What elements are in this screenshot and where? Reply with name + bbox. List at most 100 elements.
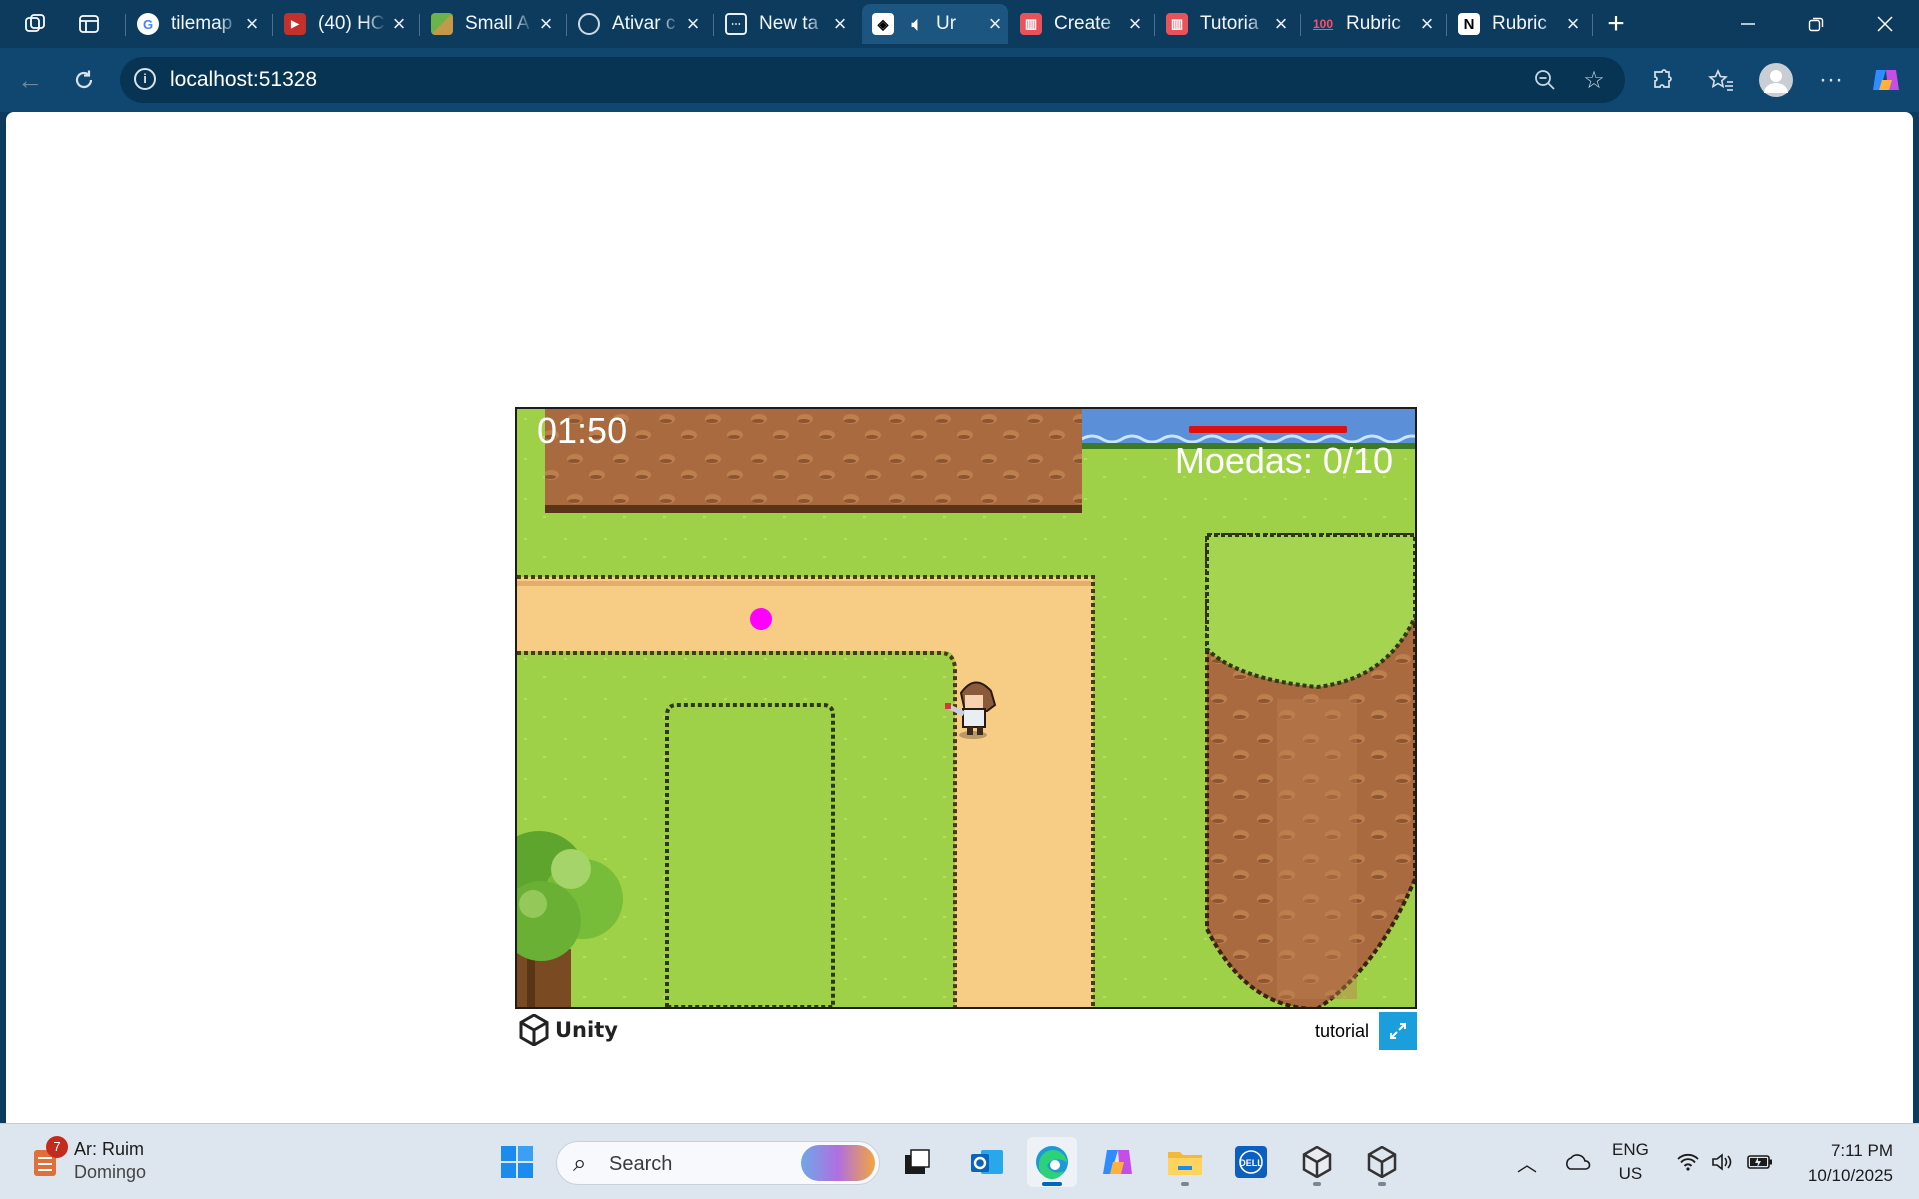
tab-title: Tutoria (1200, 13, 1259, 34)
language-indicator[interactable]: ENG US (1612, 1138, 1649, 1186)
refresh-icon[interactable] (64, 60, 104, 100)
tab-title: tilemap (171, 13, 233, 34)
zoom-out-icon[interactable] (1530, 65, 1560, 95)
close-window-icon[interactable] (1851, 0, 1919, 48)
tab-rubric-2[interactable]: N Rubric × (1448, 4, 1586, 44)
clock-time: 7:11 PM (1830, 1141, 1893, 1160)
more-menu-icon[interactable]: ··· (1811, 60, 1851, 100)
weather-widget[interactable]: 7 Ar: Ruim Domingo (30, 1136, 147, 1184)
unity-logo: Unity (519, 1014, 618, 1046)
air-quality-icon: 7 (30, 1136, 68, 1182)
close-icon[interactable]: × (827, 11, 853, 37)
coins-counter: Moedas: 0/10 (1174, 440, 1393, 481)
favorite-star-icon[interactable]: ☆ (1579, 65, 1609, 95)
dell-app-icon[interactable]: DELL (1226, 1137, 1276, 1187)
weather-line2: Domingo (74, 1162, 147, 1182)
onedrive-cloud-icon[interactable] (1560, 1124, 1594, 1199)
unity-editor-icon[interactable] (1357, 1137, 1407, 1187)
volume-icon[interactable] (1708, 1124, 1736, 1199)
svg-text:DELL: DELL (1239, 1158, 1263, 1168)
fullscreen-button[interactable] (1379, 1012, 1417, 1050)
close-icon[interactable]: × (1268, 11, 1294, 37)
site-info-icon[interactable]: i (134, 68, 156, 90)
tab-new-tab[interactable]: ⋯ New ta × (715, 4, 853, 44)
unity-icon: ◈ (872, 13, 894, 35)
taskbar: 7 Ar: Ruim Domingo ⌕ Search DELL ︿ ENG U… (0, 1123, 1919, 1199)
favorites-icon[interactable] (1701, 60, 1741, 100)
tab-title: Small A (465, 13, 530, 34)
new-tab-plus-icon[interactable]: + (1598, 7, 1634, 40)
coin-pickup (750, 608, 772, 630)
tab-youtube[interactable]: ▶ (40) HC × (274, 4, 412, 44)
wifi-icon[interactable] (1674, 1124, 1702, 1199)
tab-create[interactable]: ▥ Create × (1010, 4, 1148, 44)
edge-browser-icon[interactable] (1027, 1137, 1077, 1187)
tab-ativar[interactable]: Ativar c × (568, 4, 706, 44)
close-icon[interactable]: × (1560, 11, 1586, 37)
language-line1: ENG (1612, 1140, 1649, 1159)
restore-icon[interactable] (1782, 0, 1850, 48)
tab-title: New ta (759, 13, 819, 34)
task-view-icon[interactable] (892, 1137, 942, 1187)
health-bar-fill (1189, 426, 1347, 433)
search-placeholder: Search (609, 1153, 673, 1175)
notion-icon: N (1458, 13, 1480, 35)
tab-title: Rubric (1492, 13, 1547, 34)
youtube-icon: ▶ (284, 13, 306, 35)
tab-unity-active[interactable]: ◈ 🔈︎ Ur × (862, 4, 1008, 44)
copilot-icon[interactable] (1866, 60, 1906, 100)
hundred-icon: 100 (1312, 17, 1334, 31)
itch-icon: ▥ (1020, 13, 1042, 35)
extensions-icon[interactable] (1642, 60, 1682, 100)
close-icon[interactable]: × (1414, 11, 1440, 37)
close-icon[interactable]: × (386, 11, 412, 37)
unity-brand-text: Unity (555, 1018, 618, 1042)
unity-cube-icon (519, 1014, 549, 1046)
web-page: 01:50 Moedas: 0/10 Unity tutorial (6, 112, 1913, 1123)
close-icon[interactable]: × (533, 11, 559, 37)
minimize-icon[interactable] (1714, 0, 1782, 48)
tab-title: (40) HC (318, 13, 385, 34)
start-windows-icon[interactable] (492, 1137, 542, 1187)
google-icon: G (137, 13, 159, 35)
tab-title: Ur (936, 13, 957, 34)
unity-footer: Unity tutorial (515, 1011, 1417, 1051)
tileset-icon (431, 13, 453, 35)
back-arrow-icon[interactable]: ← (10, 60, 50, 100)
tab-title: Ativar c (612, 13, 676, 34)
close-icon[interactable]: × (680, 11, 706, 37)
speaker-icon[interactable]: 🔈︎ (906, 13, 928, 35)
taskbar-search[interactable]: ⌕ Search (556, 1141, 880, 1185)
close-icon[interactable]: × (239, 11, 265, 37)
tab-tilemap[interactable]: G tilemap × (127, 4, 265, 44)
tab-title: Rubric (1346, 13, 1401, 34)
unity-game-canvas[interactable]: 01:50 Moedas: 0/10 (515, 407, 1417, 1009)
chevron-up-icon[interactable]: ︿ (1512, 1124, 1542, 1199)
file-explorer-icon[interactable] (1160, 1137, 1210, 1187)
game-scene (517, 409, 1415, 1007)
timer-text: 01:50 (537, 410, 628, 451)
tab-small-a[interactable]: Small A × (421, 4, 559, 44)
url-text[interactable]: localhost:51328 (170, 68, 317, 92)
close-icon[interactable]: × (1122, 11, 1148, 37)
game-title: tutorial (1314, 1021, 1369, 1041)
outlook-icon[interactable] (962, 1137, 1012, 1187)
expand-icon (1390, 1023, 1406, 1039)
system-clock[interactable]: 7:11 PM 10/10/2025 (1808, 1138, 1893, 1188)
openai-icon (578, 13, 600, 35)
clock-date: 10/10/2025 (1807, 1166, 1893, 1185)
search-highlight-image (801, 1145, 875, 1181)
profile-avatar-icon[interactable] (1756, 60, 1796, 100)
search-icon: ⌕ (573, 1150, 587, 1177)
close-icon[interactable]: × (982, 11, 1008, 37)
workspaces-icon[interactable] (17, 8, 53, 40)
address-bar[interactable]: i localhost:51328 ☆ (120, 57, 1625, 103)
battery-icon[interactable] (1744, 1124, 1776, 1199)
tab-rubric-1[interactable]: 100 Rubric × (1302, 4, 1440, 44)
copilot-app-icon[interactable] (1093, 1137, 1143, 1187)
tab-tutorial[interactable]: ▥ Tutoria × (1156, 4, 1294, 44)
language-line2: US (1618, 1164, 1643, 1183)
weather-badge: 7 (46, 1136, 68, 1158)
unity-hub-icon[interactable] (1292, 1137, 1342, 1187)
vertical-tabs-icon[interactable] (71, 8, 107, 40)
